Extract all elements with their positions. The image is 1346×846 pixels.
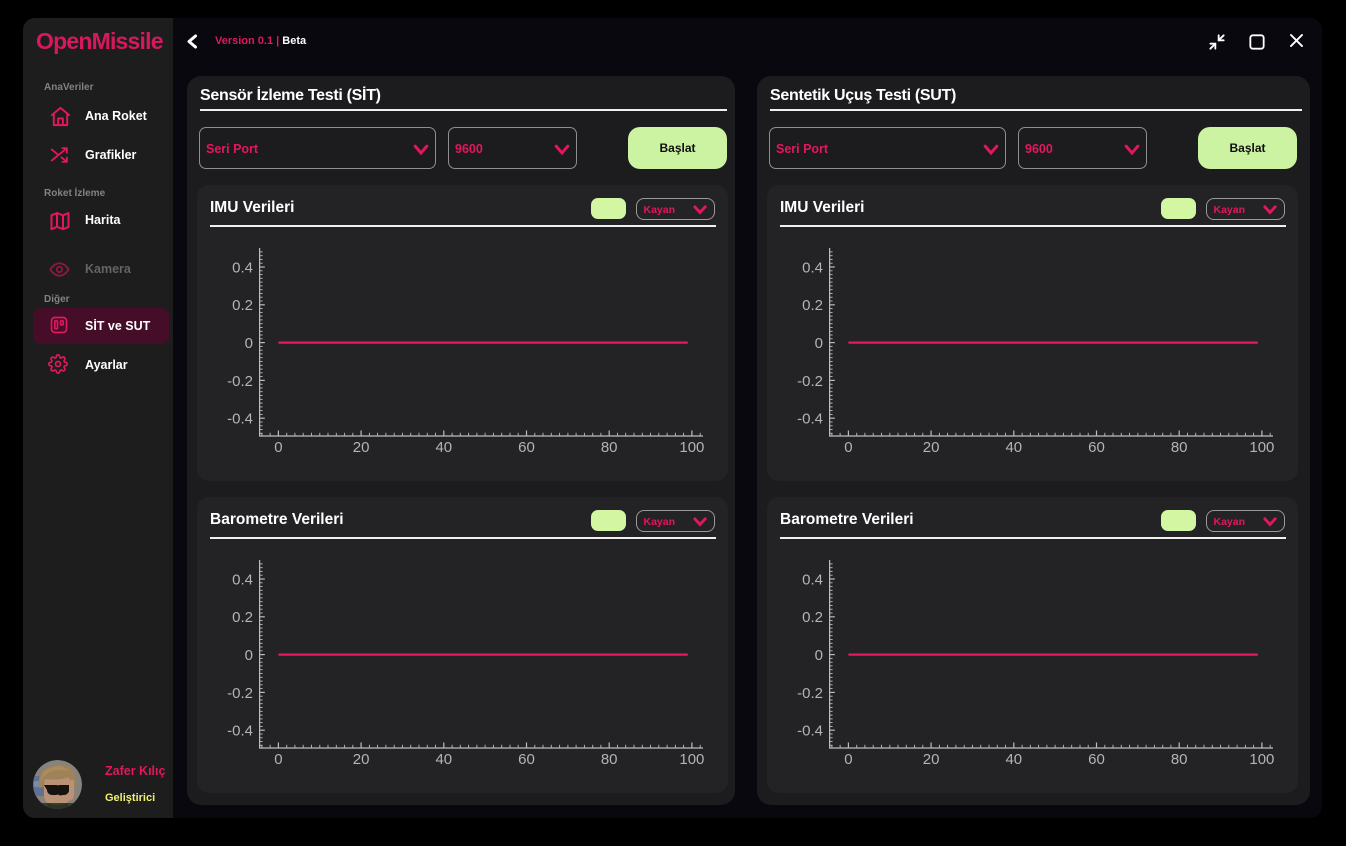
svg-text:0: 0 <box>274 439 282 456</box>
svg-text:100: 100 <box>1249 751 1274 768</box>
svg-text:100: 100 <box>679 751 704 768</box>
svg-text:0: 0 <box>274 751 282 768</box>
svg-text:60: 60 <box>1088 751 1105 768</box>
svg-text:60: 60 <box>518 751 535 768</box>
svg-text:0.4: 0.4 <box>802 571 823 588</box>
svg-text:-0.4: -0.4 <box>227 411 253 428</box>
svg-text:100: 100 <box>1249 439 1274 456</box>
svg-text:40: 40 <box>1005 439 1022 456</box>
svg-text:20: 20 <box>353 439 370 456</box>
svg-text:80: 80 <box>1171 439 1188 456</box>
svg-text:0.2: 0.2 <box>802 297 823 314</box>
svg-text:-0.4: -0.4 <box>227 723 253 740</box>
svg-text:60: 60 <box>518 439 535 456</box>
svg-text:0.4: 0.4 <box>802 259 823 276</box>
svg-text:-0.2: -0.2 <box>797 685 823 702</box>
svg-text:0.4: 0.4 <box>232 259 253 276</box>
svg-text:-0.2: -0.2 <box>227 685 253 702</box>
svg-text:80: 80 <box>1171 751 1188 768</box>
svg-text:0: 0 <box>245 335 253 352</box>
svg-text:100: 100 <box>679 439 704 456</box>
svg-text:60: 60 <box>1088 439 1105 456</box>
svg-text:40: 40 <box>435 751 452 768</box>
svg-text:40: 40 <box>435 439 452 456</box>
svg-text:40: 40 <box>1005 751 1022 768</box>
svg-text:-0.2: -0.2 <box>797 373 823 390</box>
svg-text:20: 20 <box>353 751 370 768</box>
svg-text:0: 0 <box>844 439 852 456</box>
svg-text:0.2: 0.2 <box>802 609 823 626</box>
svg-text:-0.4: -0.4 <box>797 411 823 428</box>
svg-text:80: 80 <box>601 439 618 456</box>
svg-text:0: 0 <box>245 647 253 664</box>
svg-text:0: 0 <box>815 335 823 352</box>
svg-text:0: 0 <box>815 647 823 664</box>
svg-text:20: 20 <box>923 751 940 768</box>
svg-text:-0.4: -0.4 <box>797 723 823 740</box>
svg-text:80: 80 <box>601 751 618 768</box>
svg-text:0: 0 <box>844 751 852 768</box>
svg-text:0.2: 0.2 <box>232 609 253 626</box>
svg-text:20: 20 <box>923 439 940 456</box>
svg-text:0.4: 0.4 <box>232 571 253 588</box>
svg-text:0.2: 0.2 <box>232 297 253 314</box>
svg-text:-0.2: -0.2 <box>227 373 253 390</box>
